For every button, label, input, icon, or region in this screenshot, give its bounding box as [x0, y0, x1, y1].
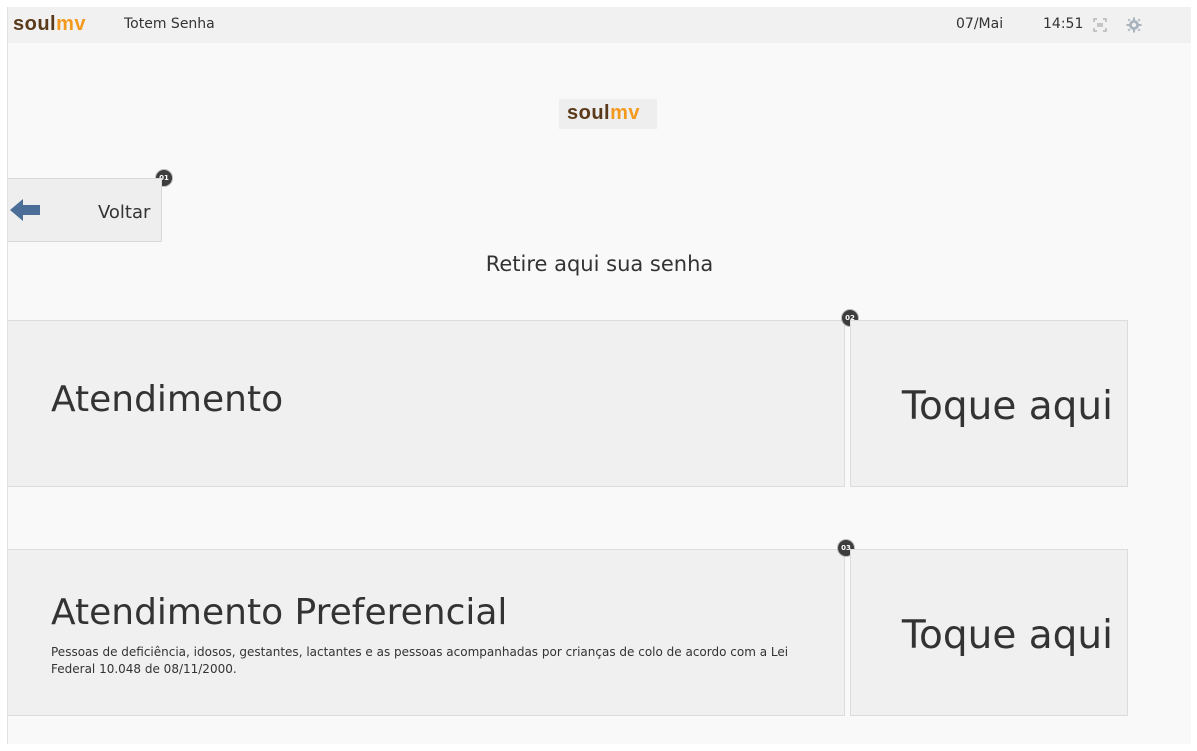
back-button[interactable]: Voltar — [8, 178, 162, 242]
option-atendimento-preferencial[interactable]: Atendimento Preferencial Pessoas de defi… — [8, 549, 845, 716]
option-title: Atendimento Preferencial — [51, 592, 508, 633]
brand-soul-text: soul — [13, 13, 57, 35]
arrow-left-icon — [10, 197, 40, 227]
option-description: Pessoas de deficiência, idosos, gestante… — [51, 645, 789, 676]
logo-soul-text: soul — [567, 102, 611, 124]
touch-button-atendimento[interactable]: Toque aqui — [850, 320, 1128, 487]
time-label: 14:51 — [1043, 16, 1084, 32]
logo-mv-text: mv — [610, 102, 641, 124]
app-frame: soulmv Totem Senha 07/Mai 14:51 soulmv 0… — [7, 7, 1191, 744]
date-label: 07/Mai — [956, 16, 1004, 32]
back-label: Voltar — [98, 202, 151, 223]
top-bar: soulmv Totem Senha 07/Mai 14:51 — [8, 7, 1191, 43]
center-brand: soulmv — [567, 102, 640, 125]
touch-label: Toque aqui — [901, 613, 1113, 658]
center-logo: soulmv — [559, 99, 657, 129]
option-atendimento[interactable]: Atendimento — [8, 320, 845, 487]
fullscreen-icon[interactable] — [1090, 15, 1110, 35]
touch-label: Toque aqui — [901, 384, 1113, 429]
app-title: Totem Senha — [124, 16, 215, 32]
brand-mv-text: mv — [56, 13, 87, 35]
option-title: Atendimento — [51, 379, 284, 420]
brand-logo: soulmv — [13, 13, 86, 36]
touch-button-preferencial[interactable]: Toque aqui — [850, 549, 1128, 716]
gear-icon[interactable] — [1124, 15, 1144, 35]
page-subtitle: Retire aqui sua senha — [485, 252, 714, 276]
